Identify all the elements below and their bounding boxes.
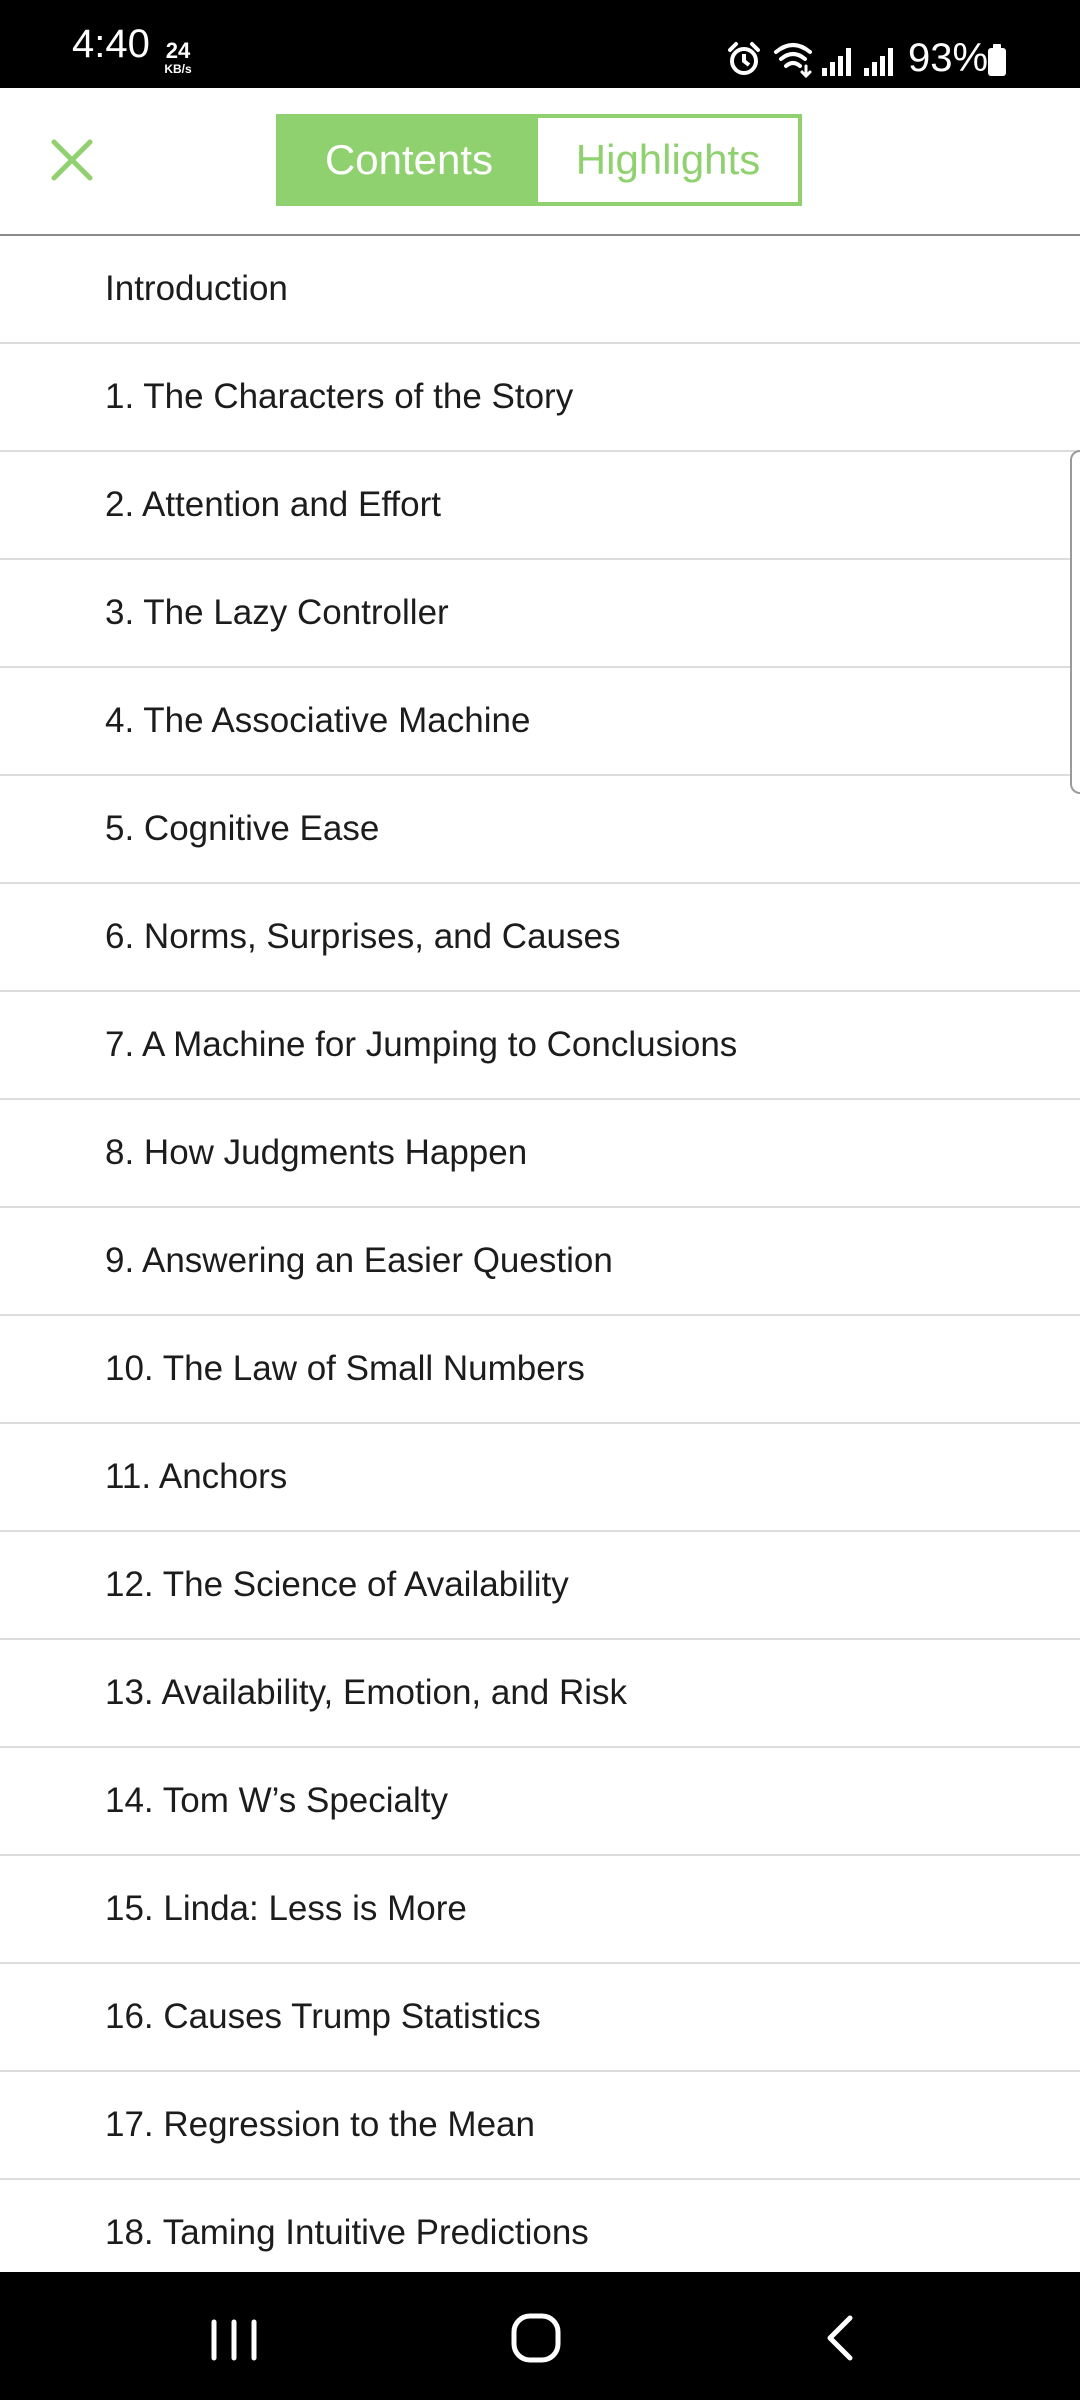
tab-contents[interactable]: Contents: [280, 118, 538, 202]
toc-item[interactable]: 8. How Judgments Happen: [0, 1100, 1080, 1208]
toc-item[interactable]: 10. The Law of Small Numbers: [0, 1316, 1080, 1424]
toc-item[interactable]: 9. Answering an Easier Question: [0, 1208, 1080, 1316]
status-bar: 4:40 24 KB/s 93%: [0, 0, 1080, 88]
close-button[interactable]: [44, 132, 100, 188]
signal-icon: [864, 48, 893, 76]
battery-percent: 93%: [908, 36, 989, 80]
battery-icon: [988, 44, 1006, 76]
toc-item[interactable]: 15. Linda: Less is More: [0, 1856, 1080, 1964]
back-icon: [827, 2315, 853, 2361]
signal-icon: [822, 48, 851, 76]
segmented-tabs: Contents Highlights: [276, 114, 802, 206]
toc-item[interactable]: Introduction: [0, 236, 1080, 344]
home-button[interactable]: [456, 2272, 616, 2400]
tab-highlights[interactable]: Highlights: [538, 118, 798, 202]
toc-list: Introduction 1. The Characters of the St…: [0, 236, 1080, 2272]
toc-item[interactable]: 17. Regression to the Mean: [0, 2072, 1080, 2180]
toc-item[interactable]: 16. Causes Trump Statistics: [0, 1964, 1080, 2072]
toc-item[interactable]: 3. The Lazy Controller: [0, 560, 1080, 668]
toc-item[interactable]: 12. The Science of Availability: [0, 1532, 1080, 1640]
toc-item[interactable]: 2. Attention and Effort: [0, 452, 1080, 560]
toc-item[interactable]: 5. Cognitive Ease: [0, 776, 1080, 884]
toc-item[interactable]: 18. Taming Intuitive Predictions: [0, 2180, 1080, 2272]
home-icon: [511, 2313, 561, 2363]
toc-item[interactable]: 1. The Characters of the Story: [0, 344, 1080, 452]
back-button[interactable]: [758, 2272, 918, 2400]
recent-apps-button[interactable]: [154, 2272, 314, 2400]
recent-apps-icon: [211, 2319, 257, 2361]
toc-item[interactable]: 11. Anchors: [0, 1424, 1080, 1532]
toc-item[interactable]: 4. The Associative Machine: [0, 668, 1080, 776]
scroll-handle[interactable]: [1070, 450, 1080, 794]
navigation-bar: [0, 2272, 1080, 2400]
toc-item[interactable]: 7. A Machine for Jumping to Conclusions: [0, 992, 1080, 1100]
alarm-icon: [728, 42, 760, 75]
toc-header: Contents Highlights: [0, 88, 1080, 234]
wifi-icon: [774, 43, 812, 79]
toc-item[interactable]: 14. Tom W’s Specialty: [0, 1748, 1080, 1856]
toc-item[interactable]: 13. Availability, Emotion, and Risk: [0, 1640, 1080, 1748]
close-icon: [51, 139, 93, 181]
toc-item[interactable]: 6. Norms, Surprises, and Causes: [0, 884, 1080, 992]
